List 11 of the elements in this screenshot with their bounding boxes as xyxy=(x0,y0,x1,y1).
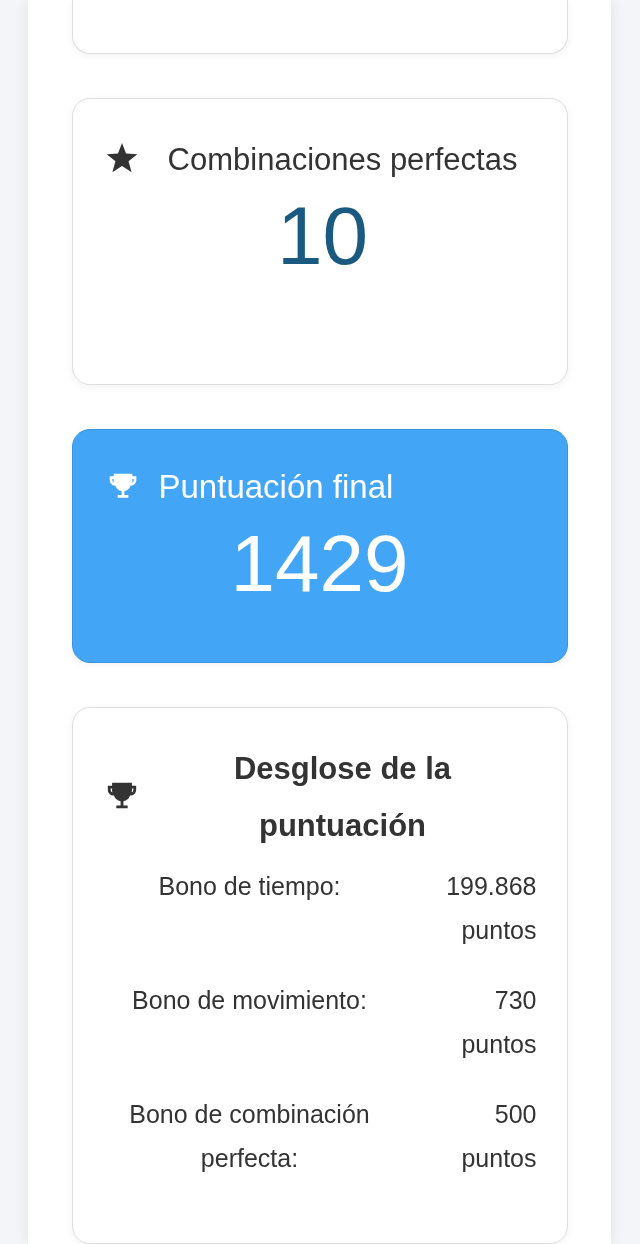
bonus-value: 730 puntos xyxy=(460,985,537,1061)
card-title: Combinaciones perfectas xyxy=(166,140,519,179)
stat-value: 10 xyxy=(276,189,369,282)
bonus-value: 500 puntos xyxy=(460,1099,537,1175)
bonus-label: Bono de tiempo: xyxy=(157,871,342,903)
card-title: Desglose de la puntuación xyxy=(232,750,453,846)
bonus-label: Bono de movimiento: xyxy=(131,985,368,1017)
bonus-label: Bono de combinación perfecta: xyxy=(128,1099,371,1175)
final-score-value: 1429 xyxy=(230,517,409,610)
bonus-value: 199.868 puntos xyxy=(445,871,537,947)
card-title: Puntuación final xyxy=(158,467,394,506)
